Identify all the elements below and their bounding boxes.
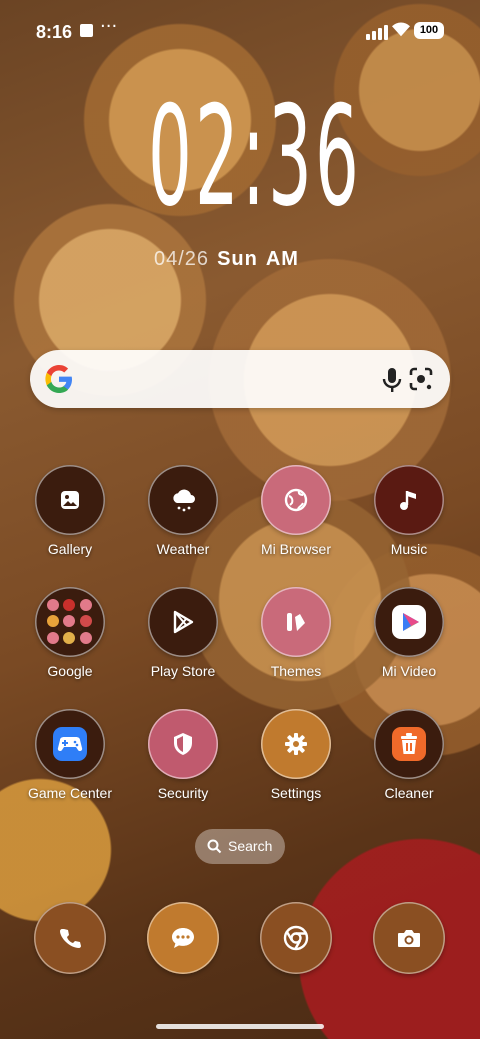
trash-icon bbox=[374, 709, 444, 779]
app-label: Themes bbox=[270, 663, 322, 679]
gear-icon bbox=[261, 709, 331, 779]
dock-phone[interactable] bbox=[34, 902, 106, 974]
app-cleaner[interactable]: Cleaner bbox=[354, 709, 464, 801]
home-indicator[interactable] bbox=[156, 1024, 324, 1029]
chrome-icon bbox=[283, 925, 309, 951]
mi-video-icon bbox=[374, 587, 444, 657]
app-music[interactable]: Music bbox=[354, 465, 464, 557]
play-store-icon bbox=[148, 587, 218, 657]
wifi-icon bbox=[392, 22, 410, 37]
dock-chrome[interactable] bbox=[260, 902, 332, 974]
app-search-label: Search bbox=[228, 838, 273, 854]
weather-icon bbox=[148, 465, 218, 535]
signal-icon bbox=[366, 24, 388, 40]
app-security[interactable]: Security bbox=[128, 709, 238, 801]
app-label: Security bbox=[157, 785, 209, 801]
gallery-icon bbox=[35, 465, 105, 535]
app-label: Music bbox=[390, 541, 428, 557]
date-line: 04/26 Sun AM bbox=[154, 248, 299, 271]
status-bar: 8:16 ··· 100 bbox=[0, 0, 480, 64]
more-notifications-icon: ··· bbox=[100, 16, 118, 37]
app-label: Gallery bbox=[47, 541, 93, 557]
camera-icon bbox=[398, 930, 420, 947]
app-themes[interactable]: Themes bbox=[241, 587, 351, 679]
app-mi-video[interactable]: Mi Video bbox=[354, 587, 464, 679]
clock-time: 02:36 bbox=[148, 76, 362, 237]
clock-ampm: AM bbox=[265, 248, 299, 270]
app-weather[interactable]: Weather bbox=[128, 465, 238, 557]
search-icon bbox=[207, 839, 222, 854]
app-label: Game Center bbox=[27, 785, 113, 801]
battery-icon: 100 bbox=[414, 22, 444, 39]
mic-icon[interactable] bbox=[380, 366, 404, 394]
phone-icon bbox=[60, 929, 81, 948]
app-label: Mi Video bbox=[381, 663, 437, 679]
app-mi-browser[interactable]: Mi Browser bbox=[241, 465, 351, 557]
google-g-icon bbox=[45, 365, 72, 393]
app-label: Weather bbox=[156, 541, 210, 557]
clock-widget[interactable]: 02:36 bbox=[148, 82, 359, 242]
app-play-store[interactable]: Play Store bbox=[128, 587, 238, 679]
themes-icon bbox=[261, 587, 331, 657]
dock-messages[interactable] bbox=[147, 902, 219, 974]
messages-icon bbox=[172, 928, 194, 948]
folder-google[interactable]: Google bbox=[15, 587, 125, 679]
gamepad-icon bbox=[35, 709, 105, 779]
app-search-button[interactable]: Search bbox=[195, 829, 285, 864]
app-game-center[interactable]: Game Center bbox=[15, 709, 125, 801]
app-label: Play Store bbox=[150, 663, 216, 679]
app-label: Mi Browser bbox=[260, 541, 331, 557]
app-gallery[interactable]: Gallery bbox=[15, 465, 125, 557]
shield-icon bbox=[148, 709, 218, 779]
app-settings[interactable]: Settings bbox=[241, 709, 351, 801]
notification-icon bbox=[80, 24, 93, 37]
clock-date: 04/26 bbox=[154, 248, 210, 270]
dock-camera[interactable] bbox=[373, 902, 445, 974]
music-note-icon bbox=[374, 465, 444, 535]
globe-icon bbox=[261, 465, 331, 535]
app-label: Google bbox=[47, 663, 93, 679]
clock-day: Sun bbox=[217, 248, 258, 270]
folder-icon bbox=[35, 587, 105, 657]
app-label: Settings bbox=[270, 785, 322, 801]
status-time: 8:16 bbox=[36, 22, 73, 42]
lens-icon[interactable] bbox=[408, 366, 434, 392]
app-label: Cleaner bbox=[384, 785, 434, 801]
google-search-bar[interactable] bbox=[30, 350, 450, 408]
